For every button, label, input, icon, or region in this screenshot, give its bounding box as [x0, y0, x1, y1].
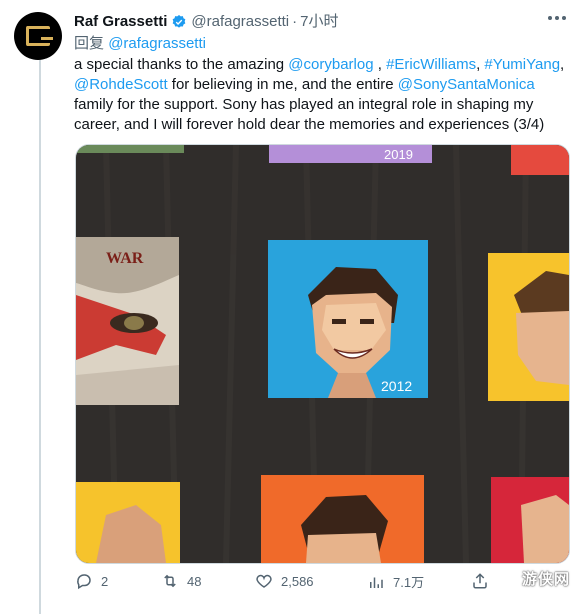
retweet-icon: [164, 574, 176, 588]
art-text: WAR: [106, 250, 144, 267]
retweet-button[interactable]: 48: [161, 572, 201, 590]
reply-count: 2: [101, 573, 109, 589]
tweet-link[interactable]: #EricWilliams: [386, 56, 476, 73]
like-button[interactable]: 2,586: [255, 572, 314, 590]
tweet-text-segment: a special thanks to the amazing: [74, 56, 289, 73]
separator: ·: [292, 13, 298, 30]
reply-context: 回复 @rafagrassetti: [74, 34, 206, 54]
reply-button[interactable]: 2: [75, 572, 108, 590]
share-icon: [473, 573, 487, 589]
right-portrait: [488, 253, 569, 401]
more-icon[interactable]: [548, 16, 566, 20]
logo-g-icon: [26, 26, 53, 46]
year-2012-label: 2012: [381, 378, 412, 394]
watermark: 游侠网: [521, 571, 570, 588]
reply-prefix: 回复: [74, 35, 105, 52]
tweet-photo[interactable]: 2019 WAR 2012: [75, 144, 570, 564]
author-name[interactable]: Raf Grassetti: [74, 12, 167, 32]
top-left-frame: [76, 145, 184, 153]
tweet-text: a special thanks to the amazing @corybar…: [74, 55, 570, 135]
views-count: 7.1万: [393, 575, 425, 590]
views-button[interactable]: 7.1万: [367, 572, 424, 591]
year-2019-label: 2019: [384, 147, 413, 162]
tweet-link[interactable]: #YumiYang: [484, 56, 560, 73]
tweet-text-segment: for believing in me, and the entire: [167, 76, 398, 93]
avatar[interactable]: [14, 12, 62, 60]
top-right-frame: [511, 145, 569, 175]
like-count: 2,586: [281, 573, 314, 589]
verified-badge-icon: [173, 15, 186, 28]
tweet-header: Raf Grassetti @rafagrassetti · 7小时: [74, 12, 338, 32]
action-bar: 2 48 2,586 7.1万: [75, 572, 575, 592]
thread-line: [39, 60, 41, 614]
reply-icon: [77, 574, 91, 590]
reply-handle-link[interactable]: @rafagrassetti: [108, 35, 206, 52]
tweet-text-segment: ,: [560, 56, 565, 73]
photo-canvas: 2019 WAR 2012: [76, 145, 569, 563]
author-handle[interactable]: @rafagrassetti: [191, 12, 289, 32]
tweet-text-segment: ,: [373, 56, 387, 73]
tweet-link[interactable]: @corybarlog: [288, 56, 373, 73]
tweet-text-segment: family for the support. Sony has played …: [74, 96, 545, 133]
portrait-2012: 2012: [268, 240, 428, 398]
timestamp[interactable]: 7小时: [300, 12, 338, 32]
views-icon: [370, 577, 383, 588]
retweet-count: 48: [187, 573, 202, 589]
like-icon: [256, 574, 272, 588]
tweet-link[interactable]: @RohdeScott: [74, 76, 168, 93]
gow-poster: WAR: [76, 237, 179, 405]
share-button[interactable]: [471, 572, 489, 590]
tweet-link[interactable]: @SonySantaMonica: [398, 76, 535, 93]
